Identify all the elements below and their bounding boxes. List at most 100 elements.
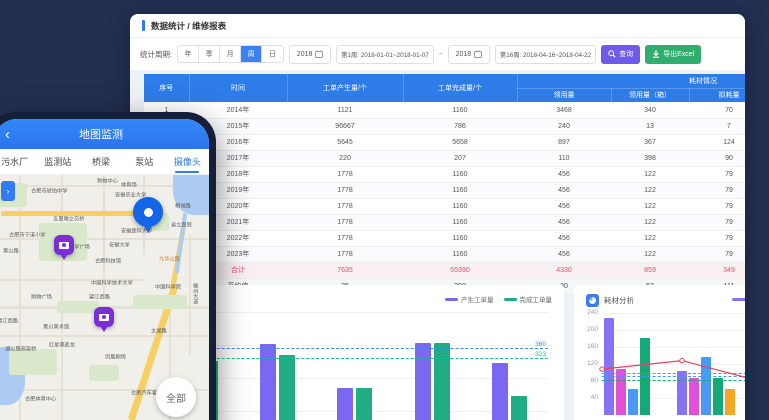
year-end-select[interactable]: 2018 [448,45,490,64]
sub-header-0: 领用量 [517,88,611,102]
total-row: 合计7635553904330859349332 [144,262,745,278]
cell: 1778 [287,230,403,246]
bar [337,388,353,420]
cell: 5645 [287,134,403,150]
bar [279,355,295,420]
report-table-head: 序号 时间 工单产生量/个 工单完成量/个 耗材情况 领用量领用量（箱）损耗量库… [144,74,745,102]
map-label: 安徽大学 [109,241,130,249]
table-row: 12014年11211160346834070250 [144,102,745,118]
cell: 3468 [517,102,611,118]
breadcrumb: 数据统计 / 维修报表 [151,20,226,32]
consumable-chart-title-row: 耗材分析 [586,294,634,307]
back-icon[interactable]: ‹ [5,127,10,142]
left-chart-plot: 360323 [162,312,548,420]
camera-pin[interactable] [94,307,114,327]
camera-pin[interactable] [54,235,74,255]
col-header-created: 工单产生量/个 [287,74,403,102]
cell: 79 [689,246,745,262]
export-excel-button[interactable]: 导出Excel [645,45,701,64]
week-range-start-input[interactable]: 第1周: 2018-01-01~2018-01-07 [336,45,434,64]
phone-tab-bar: 污水厂监测站桥梁泵站摄像头 [0,149,209,175]
cell: 79 [689,166,745,182]
panel-expander-button[interactable]: › [1,181,15,201]
export-button-label: 导出Excel [663,49,694,59]
cell: 859 [611,262,689,278]
cell: 456 [517,198,611,214]
cell: 1160 [403,166,517,182]
y-tick: 40 [576,394,598,402]
period-option-月[interactable]: 月 [220,46,241,62]
map-label: 湖山路高架桥 [5,345,36,353]
breadcrumb-accent [142,20,145,31]
cell: 456 [517,166,611,182]
cell: 70 [689,102,745,118]
week-range-end-input[interactable]: 第16周: 2018-04-16~2018-04-22 [495,45,596,64]
tab-泵站[interactable]: 泵站 [123,149,166,174]
year-start-select[interactable]: 2018 [289,45,331,64]
map-label: 红星美凯龙 [49,341,75,349]
query-button[interactable]: 查询 [601,45,640,64]
consumable-chart-card: 耗材分析 2402001601208040 [574,285,745,420]
year-start-value: 2018 [297,51,313,58]
reference-line: 323 [162,358,548,359]
table-row: 102023年177811604561227967 [144,246,745,262]
period-option-日[interactable]: 日 [262,46,283,62]
cell: 79 [689,230,745,246]
col-header-time: 时间 [189,74,287,102]
cell: 786 [403,118,517,134]
map-label: 中国科学技术大学 [91,279,133,287]
cell: 2014年 [189,102,287,118]
y-tick: 240 [576,309,598,317]
camera-lens [102,315,106,319]
cell: 1778 [287,246,403,262]
cell: 5658 [403,134,517,150]
cell: 1160 [403,214,517,230]
cell: 122 [611,246,689,262]
cell: 1160 [403,198,517,214]
period-option-周[interactable]: 周 [241,46,262,62]
dashboard-window: 数据统计 / 维修报表 统计周期: 年季月周日 2018 第1周: 2018-0… [130,14,745,420]
selected-camera-pin[interactable] [133,197,163,227]
tab-监测站[interactable]: 监测站 [36,149,79,174]
chart-cards: 产生工单量完成工单量 360323 耗材分析 2402001601208040 [130,285,745,420]
map-park [133,295,187,309]
table-row: 42017年2202071103989019 [144,150,745,166]
report-table-body: 12014年1121116034683407025022015年96667786… [144,102,745,294]
map-label: 省立医院 [171,221,192,229]
period-option-季[interactable]: 季 [199,46,220,62]
pin-center-dot [144,208,153,217]
col-header-consumables-group: 耗材情况 [517,74,745,88]
map-view[interactable]: 购物中心合肥市琥珀中学体育场安徽农业大学省立医院桐城路五里墩立交桥合肥市宁溪小学… [0,175,209,420]
cell: 1778 [287,214,403,230]
show-all-button[interactable]: 全部 [156,377,196,417]
map-label: 望江西路 [89,293,110,301]
map-label: 太湖路 [151,327,167,335]
cell: 1160 [403,182,517,198]
phone-header: ‹ 地图监测 [0,119,209,149]
map-label: 购物广场 [31,293,52,301]
bar-group [337,388,372,420]
bar-group [260,344,295,420]
calendar-icon [474,50,482,58]
tab-污水厂[interactable]: 污水厂 [0,149,36,174]
cell: 13 [611,118,689,134]
reference-label: 323 [535,351,546,358]
legend-swatch [504,298,517,301]
tab-桥梁[interactable]: 桥梁 [79,149,122,174]
y-tick: 160 [576,343,598,351]
cell: 79 [689,182,745,198]
consumable-legend-dash [732,298,745,301]
map-label: 合肥市琥珀中学 [31,187,68,195]
bar-group [415,343,450,420]
phone-mockup: ‹ 地图监测 污水厂监测站桥梁泵站摄像头 购物中心合肥市琥珀中学体育场安徽农业大… [0,112,216,420]
bar [356,388,372,420]
cell: 456 [517,230,611,246]
map-label: 凤凰剧场 [105,353,126,361]
y-tick: 200 [576,326,598,334]
cell: 1160 [403,246,517,262]
cell: 124 [689,134,745,150]
cell: 122 [611,230,689,246]
tab-摄像头[interactable]: 摄像头 [166,149,209,174]
period-option-年[interactable]: 年 [178,46,199,62]
cell: 122 [611,166,689,182]
